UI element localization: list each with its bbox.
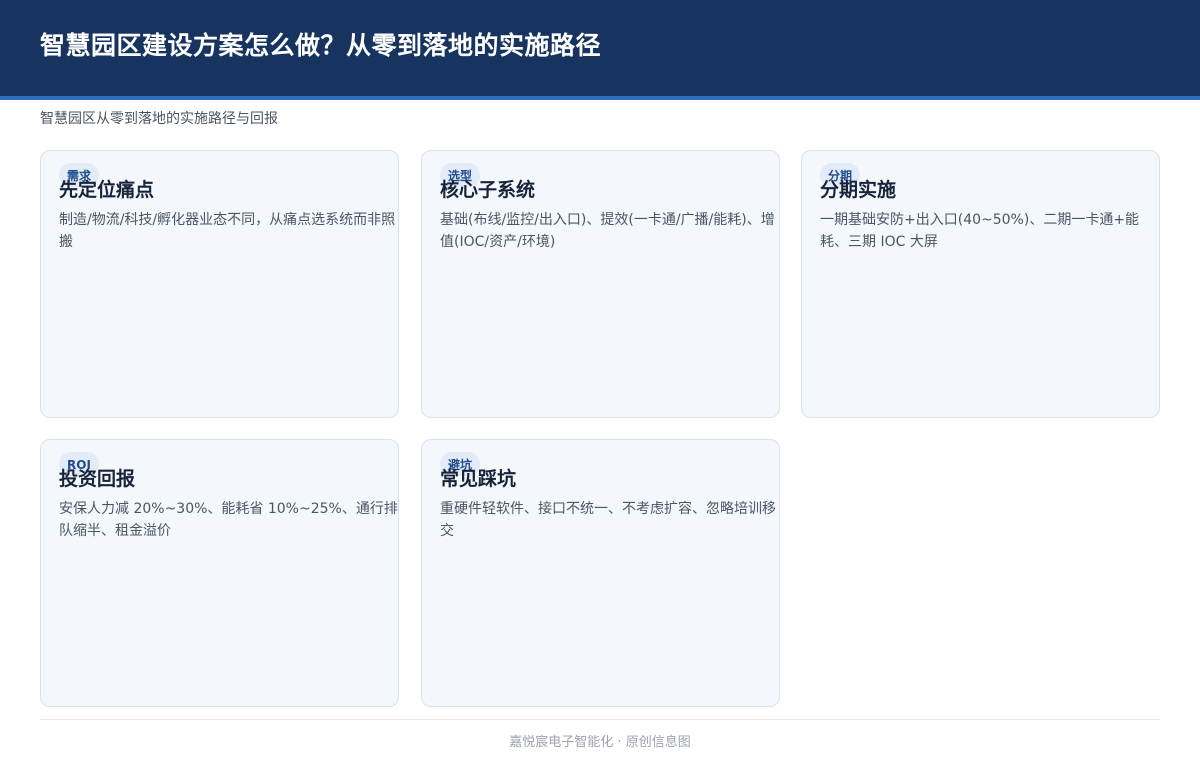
page-subtitle: 智慧园区从零到落地的实施路径与回报 xyxy=(40,111,278,127)
card-pitfalls: 避坑 常见踩坑 重硬件轻软件、接口不统一、不考虑扩容、忽略培训移交 xyxy=(421,439,780,707)
card-selection: 选型 核心子系统 基础(布线/监控/出入口)、提效(一卡通/广播/能耗)、增值(… xyxy=(421,150,780,418)
footer-credit: 嘉悦宸电子智能化 · 原创信息图 xyxy=(509,735,691,750)
header-banner: 智慧园区建设方案怎么做？从零到落地的实施路径 xyxy=(0,0,1200,100)
card-requirements: 需求 先定位痛点 制造/物流/科技/孵化器业态不同，从痛点选系统而非照搬 xyxy=(40,150,399,418)
card-title: 先定位痛点 xyxy=(59,179,155,201)
page-title: 智慧园区建设方案怎么做？从零到落地的实施路径 xyxy=(40,31,602,60)
footer-divider xyxy=(40,719,1160,720)
card-phases: 分期 分期实施 一期基础安防+出入口(40~50%)、二期一卡通+能耗、三期 I… xyxy=(801,150,1160,418)
card-description: 重硬件轻软件、接口不统一、不考虑扩容、忽略培训移交 xyxy=(440,501,776,539)
card-description: 一期基础安防+出入口(40~50%)、二期一卡通+能耗、三期 IOC 大屏 xyxy=(820,212,1140,250)
card-title: 分期实施 xyxy=(820,179,897,201)
card-description: 基础(布线/监控/出入口)、提效(一卡通/广播/能耗)、增值(IOC/资产/环境… xyxy=(440,212,775,250)
card-title: 常见踩坑 xyxy=(440,468,517,490)
card-title: 投资回报 xyxy=(59,468,136,490)
card-description: 安保人力减 20%~30%、能耗省 10%~25%、通行排队缩半、租金溢价 xyxy=(59,501,398,539)
card-description: 制造/物流/科技/孵化器业态不同，从痛点选系统而非照搬 xyxy=(59,212,396,250)
card-title: 核心子系统 xyxy=(440,179,536,201)
card-roi: ROI 投资回报 安保人力减 20%~30%、能耗省 10%~25%、通行排队缩… xyxy=(40,439,399,707)
